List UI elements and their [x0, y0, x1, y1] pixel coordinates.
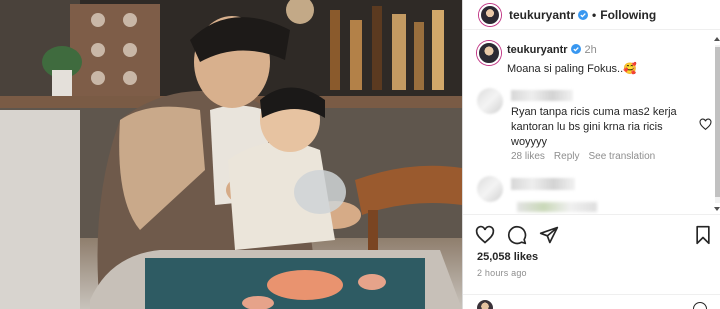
comment-meta: 28 likes Reply See translation	[511, 151, 664, 162]
commenter-name-blurred[interactable]	[511, 90, 573, 101]
verified-badge-icon	[578, 9, 589, 20]
add-comment-bar	[463, 294, 720, 309]
caption-time: 2h	[584, 44, 597, 56]
following-button[interactable]: Following	[600, 8, 656, 22]
caption-avatar[interactable]	[477, 41, 501, 65]
caption-username[interactable]: teukuryantr	[507, 44, 568, 56]
see-translation-link[interactable]: See translation	[588, 151, 655, 162]
commenter-avatar-blurred[interactable]	[477, 88, 503, 114]
share-button[interactable]	[539, 225, 559, 245]
caption-body: teukuryantr 2h Moana si paling Fokus..🥰	[507, 43, 707, 77]
comment-text-blurred	[517, 202, 597, 212]
scrollbar-thumb[interactable]	[715, 47, 720, 197]
heart-icon	[475, 225, 495, 244]
header-separator: •	[592, 7, 597, 22]
author-avatar[interactable]	[479, 3, 501, 26]
post-actions: 25,058 likes 2 hours ago	[463, 214, 720, 309]
post-photo[interactable]	[0, 0, 462, 309]
save-button[interactable]	[693, 225, 713, 245]
bookmark-icon	[696, 225, 710, 245]
like-button[interactable]	[475, 225, 495, 245]
scroll-up-icon[interactable]	[714, 37, 720, 41]
comment-text: Ryan tanpa ricis cuma mas2 kerja kantora…	[511, 106, 677, 148]
viewer-avatar[interactable]	[477, 300, 493, 309]
photo-illustration	[0, 0, 462, 309]
likes-count[interactable]: 25,058 likes	[477, 251, 538, 263]
comment-heart-icon[interactable]	[699, 118, 712, 131]
verified-badge-icon	[570, 44, 581, 54]
comment-button[interactable]	[507, 225, 527, 245]
comments-scrollbar[interactable]	[713, 35, 720, 213]
comment-reply-button[interactable]: Reply	[554, 151, 580, 162]
author-username[interactable]: teukuryantr	[509, 8, 575, 22]
paper-plane-icon	[539, 226, 559, 244]
post-timestamp[interactable]: 2 hours ago	[477, 268, 527, 278]
scroll-down-icon[interactable]	[714, 207, 720, 211]
comment-icon	[507, 225, 527, 245]
commenter-name-blurred[interactable]	[511, 178, 575, 190]
emoji-picker-icon[interactable]	[693, 302, 707, 309]
post-side-panel: teukuryantr • Following teukuryantr 2h Mo…	[462, 0, 720, 309]
caption-text: Moana si paling Fokus..🥰	[507, 63, 637, 75]
commenter-avatar-blurred[interactable]	[477, 176, 503, 202]
instagram-post-window: teukuryantr • Following teukuryantr 2h Mo…	[0, 0, 720, 309]
post-header: teukuryantr • Following	[463, 0, 720, 30]
comments-list[interactable]: teukuryantr 2h Moana si paling Fokus..🥰 R…	[463, 31, 715, 214]
comment-likes-count[interactable]: 28 likes	[511, 151, 545, 162]
